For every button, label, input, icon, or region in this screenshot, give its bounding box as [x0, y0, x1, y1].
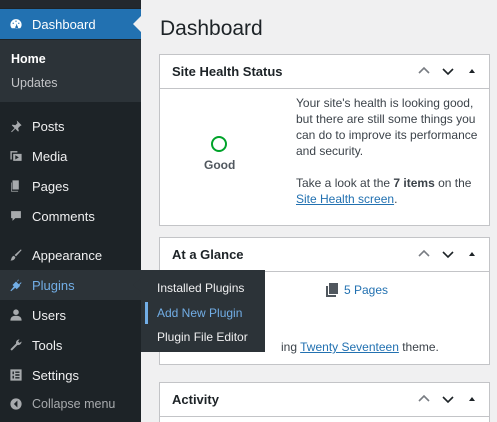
- chevron-down-icon: [442, 68, 454, 76]
- widget-controls: [415, 245, 481, 263]
- pages-icon: [9, 179, 23, 193]
- brush-icon: [9, 248, 23, 262]
- sidebar-item-label: Media: [32, 148, 68, 164]
- toggle-panel-button[interactable]: [463, 245, 481, 263]
- page-title: Dashboard: [160, 17, 263, 40]
- prompt-prefix: Take a look at the: [296, 176, 394, 190]
- widget-header: Site Health Status: [160, 55, 489, 89]
- sidebar-item-label: Posts: [32, 118, 65, 134]
- pin-icon: [9, 119, 23, 133]
- chevron-up-icon: [418, 249, 430, 257]
- site-health-link[interactable]: Site Health screen: [296, 192, 394, 206]
- move-down-button[interactable]: [439, 245, 457, 263]
- theme-prefix: ing: [281, 340, 301, 354]
- plug-icon: [9, 278, 23, 292]
- flyout-item-add-new-plugin[interactable]: Add New Plugin: [157, 306, 242, 320]
- collapse-menu-button[interactable]: Collapse menu: [0, 389, 141, 419]
- main-content: Dashboard Site Health Status Good Your s…: [141, 0, 497, 422]
- triangle-up-icon: [469, 397, 475, 401]
- health-status-label: Good: [204, 158, 236, 172]
- toggle-panel-button[interactable]: [463, 390, 481, 408]
- sidebar-item-plugins[interactable]: Plugins: [0, 270, 141, 300]
- theme-info: ing Twenty Seventeen theme.: [281, 340, 439, 354]
- wrench-icon: [9, 338, 23, 352]
- widget-title: Site Health Status: [172, 64, 283, 79]
- settings-icon: [9, 368, 23, 382]
- sidebar-item-label: Plugins: [32, 277, 75, 293]
- media-icon: [9, 149, 23, 163]
- site-health-widget: Site Health Status Good Your site's heal…: [159, 54, 490, 226]
- flyout-item-plugin-file-editor[interactable]: Plugin File Editor: [157, 330, 248, 344]
- chevron-up-icon: [418, 66, 430, 74]
- flyout-item-installed-plugins[interactable]: Installed Plugins: [157, 281, 244, 295]
- sidebar-item-posts[interactable]: Posts: [0, 111, 141, 141]
- sidebar-item-label: Dashboard: [32, 16, 96, 32]
- collapse-menu-label: Collapse menu: [32, 397, 116, 411]
- comment-icon: [9, 209, 23, 223]
- sidebar-item-tools[interactable]: Tools: [0, 330, 141, 360]
- move-down-button[interactable]: [439, 390, 457, 408]
- triangle-up-icon: [469, 69, 475, 73]
- plugins-flyout-menu: Installed Plugins Add New Plugin Plugin …: [141, 270, 265, 352]
- sidebar-item-settings[interactable]: Settings: [0, 360, 141, 390]
- move-up-button[interactable]: [415, 245, 433, 263]
- health-status-circle: [211, 136, 227, 152]
- triangle-up-icon: [469, 252, 475, 256]
- chevron-down-icon: [442, 251, 454, 259]
- submenu-item-home[interactable]: Home: [11, 52, 46, 66]
- pages-count-link[interactable]: 5 Pages: [326, 283, 388, 297]
- user-icon: [9, 308, 23, 322]
- pages-icon: [326, 283, 338, 297]
- widget-header: Activity: [160, 383, 489, 417]
- sidebar-item-media[interactable]: Media: [0, 141, 141, 171]
- sidebar-item-dashboard[interactable]: Dashboard: [0, 9, 141, 39]
- widget-controls: [415, 62, 481, 80]
- health-prompt: Take a look at the 7 items on the Site H…: [296, 175, 486, 207]
- sidebar-item-label: Users: [32, 307, 66, 323]
- move-up-button[interactable]: [415, 390, 433, 408]
- items-count: 7 items: [393, 176, 435, 190]
- flyout-active-indicator: [145, 302, 148, 324]
- chevron-down-icon: [442, 396, 454, 404]
- health-message: Your site's health is looking good, but …: [296, 96, 478, 158]
- theme-link[interactable]: Twenty Seventeen: [300, 340, 399, 354]
- dashboard-submenu: [0, 40, 141, 102]
- chevron-up-icon: [418, 394, 430, 402]
- sidebar-top-strip: [0, 0, 141, 8]
- move-up-button[interactable]: [415, 62, 433, 80]
- prompt-middle: on the: [434, 176, 472, 190]
- widget-title: At a Glance: [172, 247, 244, 262]
- toggle-panel-button[interactable]: [463, 62, 481, 80]
- sidebar-item-label: Comments: [32, 208, 95, 224]
- sidebar-item-users[interactable]: Users: [0, 300, 141, 330]
- current-menu-arrow: [133, 16, 141, 32]
- widget-title: Activity: [172, 392, 219, 407]
- pages-count: 5 Pages: [344, 283, 389, 297]
- flyout-arrow: [133, 278, 141, 292]
- submenu-item-updates[interactable]: Updates: [11, 76, 58, 90]
- prompt-suffix: .: [394, 192, 398, 206]
- move-down-button[interactable]: [439, 62, 457, 80]
- sidebar-item-label: Tools: [32, 337, 63, 353]
- sidebar-item-label: Pages: [32, 178, 69, 194]
- dashboard-icon: [9, 17, 23, 31]
- widget-header: At a Glance: [160, 238, 489, 272]
- sidebar-item-label: Appearance: [32, 247, 103, 263]
- activity-widget: Activity: [159, 382, 490, 422]
- widget-controls: [415, 390, 481, 408]
- admin-sidebar: Dashboard Home Updates Posts Media Pages…: [0, 0, 141, 422]
- widget-body: Good Your site's health is looking good,…: [160, 89, 489, 225]
- collapse-icon: [9, 397, 23, 411]
- sidebar-item-label: Settings: [32, 367, 79, 383]
- sidebar-item-appearance[interactable]: Appearance: [0, 240, 141, 270]
- sidebar-item-pages[interactable]: Pages: [0, 171, 141, 201]
- sidebar-item-comments[interactable]: Comments: [0, 201, 141, 231]
- theme-suffix: theme.: [398, 340, 439, 354]
